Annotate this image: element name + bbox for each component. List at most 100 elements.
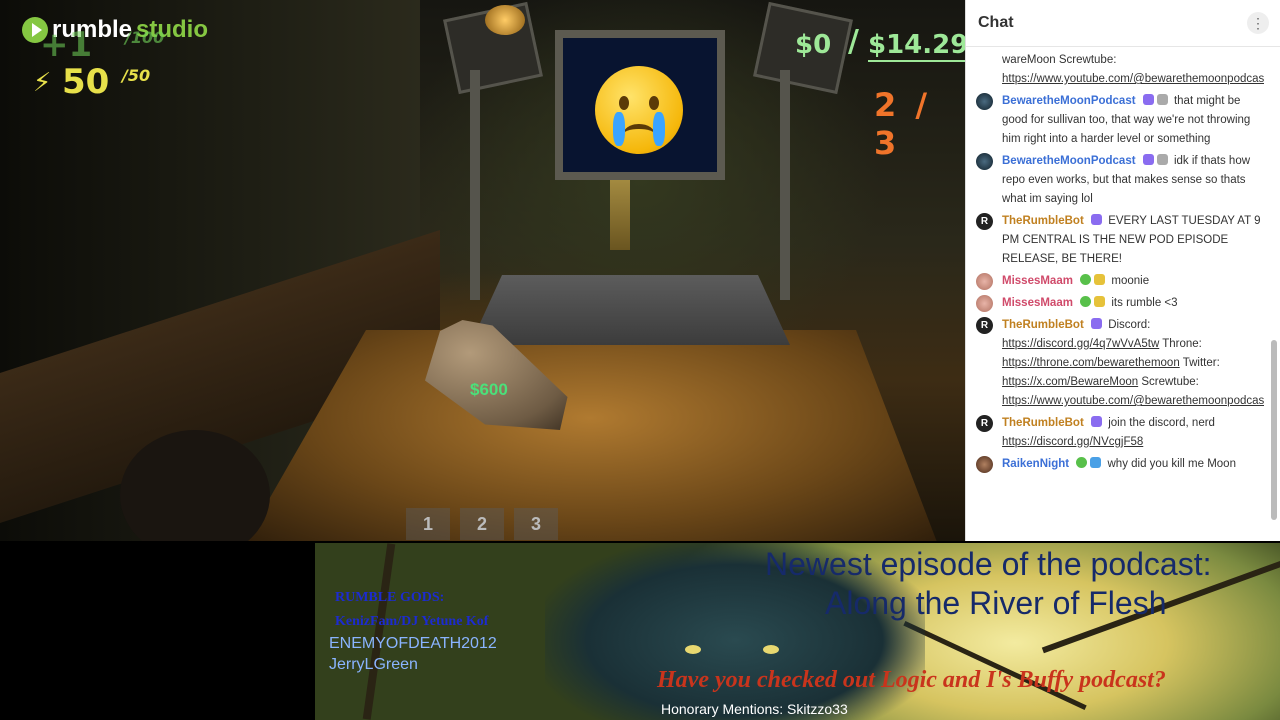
game-view: $600 rumble studio +1 /100 ⚡ 50 /50 $0 /… <box>0 0 965 541</box>
bot-badge-icon <box>1090 416 1102 427</box>
tree-branch <box>903 620 1087 711</box>
rumble-bot-icon[interactable]: R <box>976 213 993 230</box>
bot-badge-icon <box>1090 214 1102 225</box>
verified-badge-icon <box>1080 274 1092 285</box>
throne-link[interactable]: https://throne.com/bewarethemoon <box>1002 357 1180 369</box>
light-bulb <box>485 5 525 35</box>
chat-message: MissesMaam its rumble <3 <box>976 294 1264 313</box>
pole-left <box>470 70 480 300</box>
avatar[interactable] <box>976 456 993 473</box>
chat-message: RaikenNight why did you kill me Moon <box>976 455 1264 474</box>
health-value: +1 <box>40 25 93 65</box>
rumble-bot-icon[interactable]: R <box>976 415 993 432</box>
username[interactable]: BewaretheMoonPodcast <box>1002 155 1136 167</box>
avatar[interactable] <box>976 295 993 312</box>
rumble-gods-title: RUMBLE GODS: <box>335 590 445 605</box>
chat-scrollbar[interactable] <box>1271 340 1277 520</box>
buffy-podcast-promo: Have you checked out Logic and I's Buffy… <box>657 667 1166 693</box>
newest-episode-title: Along the River of Flesh <box>825 585 1167 621</box>
supporter-badge-icon <box>1094 296 1106 307</box>
monitor-screen <box>563 38 717 172</box>
tree-branch <box>362 543 396 720</box>
emoji-eye <box>619 96 629 110</box>
chat-header: Chat ⋮ <box>966 0 1280 47</box>
supporter-name: ENEMYOFDEATH2012 <box>329 635 497 652</box>
chat-message: R TheRumbleBot EVERY LAST TUESDAY AT 9 P… <box>976 212 1264 269</box>
inventory-slot[interactable]: 2 <box>460 508 504 540</box>
supporter-name: JerryLGreen <box>329 656 418 673</box>
username[interactable]: TheRumbleBot <box>1002 319 1084 331</box>
bot-badge-icon <box>1090 318 1102 329</box>
message-text: Screwtube: <box>1138 376 1199 388</box>
message-text: wareMoon Screwtube: <box>1002 54 1117 66</box>
message-text: its rumble <3 <box>1111 297 1178 309</box>
verified-badge-icon <box>1076 457 1088 468</box>
chat-message: R TheRumbleBot Discord: https://discord.… <box>976 316 1264 411</box>
twitter-link[interactable]: https://x.com/BewareMoon <box>1002 376 1138 388</box>
rumble-gods-names: KenizFam/DJ Yetune Kof <box>335 614 489 629</box>
moderator-badge-icon <box>1156 94 1168 105</box>
chat-message: MissesMaam moonie <box>976 272 1264 291</box>
tear-icon <box>653 112 665 146</box>
inventory-slot[interactable]: 1 <box>406 508 450 540</box>
inventory-slot[interactable]: 3 <box>514 508 558 540</box>
chat-message: BewaretheMoonPodcast that might be good … <box>976 92 1264 149</box>
crying-face-icon <box>595 66 683 154</box>
emoji-mouth <box>623 124 655 145</box>
more-vertical-icon[interactable]: ⋮ <box>1247 12 1269 34</box>
wolf-eye <box>763 645 779 654</box>
message-text: Discord: <box>1108 319 1151 331</box>
money-separator: / <box>848 24 859 59</box>
message-text: why did you kill me Moon <box>1107 458 1236 470</box>
newest-episode-label: Newest episode of the podcast: <box>765 546 1212 582</box>
username[interactable]: TheRumbleBot <box>1002 417 1084 429</box>
verified-badge-icon <box>1080 296 1092 307</box>
chat-title: Chat <box>978 14 1014 31</box>
message-link[interactable]: https://www.youtube.com/@bewarethemoonpo… <box>1002 73 1264 85</box>
avatar[interactable] <box>976 273 993 290</box>
username[interactable]: MissesMaam <box>1002 297 1073 309</box>
moderator-badge-icon <box>1156 154 1168 165</box>
subscriber-badge-icon <box>1142 94 1154 105</box>
energy-value: 50 <box>62 62 110 102</box>
inventory-bar: 1 2 3 <box>406 508 568 540</box>
message-text: Throne: <box>1159 338 1202 350</box>
discord-link[interactable]: https://discord.gg/4q7wVvA5tw <box>1002 338 1159 350</box>
message-text: Twitter: <box>1179 357 1220 369</box>
pole-right <box>780 70 790 300</box>
extraction-console <box>470 275 790 345</box>
health-max: /100 <box>125 28 165 47</box>
supporter-badge-icon <box>1090 457 1102 468</box>
rumble-bot-icon[interactable]: R <box>976 317 993 334</box>
wolf-eye <box>685 645 701 654</box>
energy-max: /50 <box>122 66 151 85</box>
chat-message: R TheRumbleBot join the discord, nerd ht… <box>976 414 1264 452</box>
lightning-icon: ⚡ <box>33 68 52 98</box>
avatar[interactable] <box>976 93 993 110</box>
youtube-link[interactable]: https://www.youtube.com/@bewarethemoonpo… <box>1002 395 1264 407</box>
money-collected: $0 <box>795 30 832 60</box>
level-progress: 2 / 3 <box>874 86 932 162</box>
tear-icon <box>613 112 625 146</box>
avatar[interactable] <box>976 153 993 170</box>
discord-link[interactable]: https://discord.gg/NVcgjF58 <box>1002 436 1143 448</box>
message-text: join the discord, nerd <box>1108 417 1215 429</box>
chat-message: BewaretheMoonPodcast idk if thats how re… <box>976 152 1264 209</box>
username[interactable]: BewaretheMoonPodcast <box>1002 95 1136 107</box>
username[interactable]: RaikenNight <box>1002 458 1069 470</box>
chat-panel: Chat ⋮ wareMoon Screwtube: https://www.y… <box>965 0 1280 541</box>
honorary-mentions: Honorary Mentions: Skitzzo33 <box>661 701 848 717</box>
emoji-monitor <box>555 30 725 180</box>
chat-message: wareMoon Screwtube: https://www.youtube.… <box>976 47 1264 89</box>
item-price: $600 <box>470 380 508 399</box>
supporter-badge-icon <box>1094 274 1106 285</box>
username[interactable]: MissesMaam <box>1002 275 1073 287</box>
stream-overlay-banner: RUMBLE GODS: KenizFam/DJ Yetune Kof ENEM… <box>315 543 1280 720</box>
emoji-eye <box>649 96 659 110</box>
money-goal: $14.299 <box>868 30 965 62</box>
message-text: moonie <box>1111 275 1150 287</box>
subscriber-badge-icon <box>1142 154 1154 165</box>
username[interactable]: TheRumbleBot <box>1002 215 1084 227</box>
monitor-stand <box>610 180 630 250</box>
chat-message-list[interactable]: wareMoon Screwtube: https://www.youtube.… <box>966 47 1264 541</box>
